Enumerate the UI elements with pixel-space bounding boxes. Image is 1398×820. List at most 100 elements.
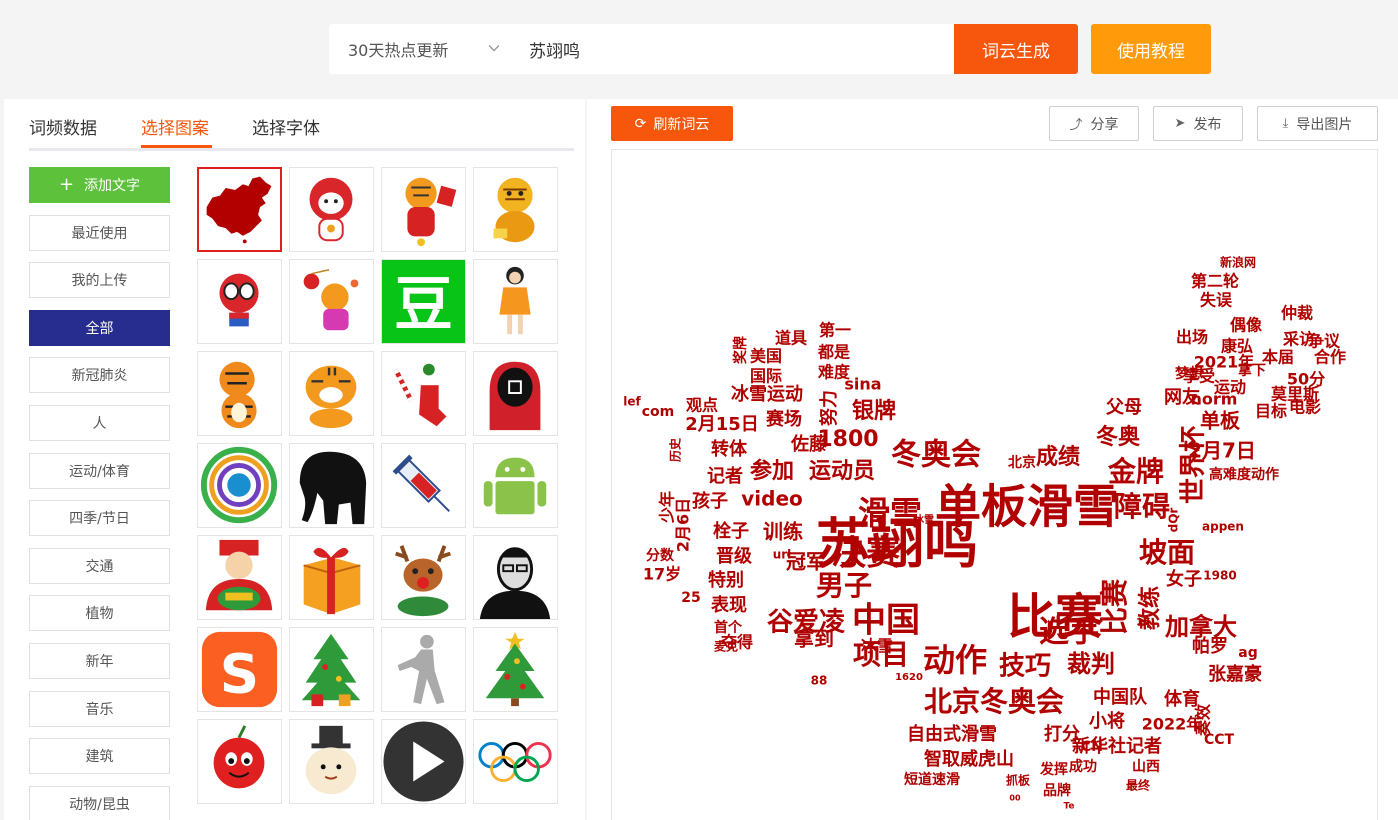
shape-tile-reindeer[interactable]	[381, 535, 466, 620]
wordcloud-word: 发挥	[1039, 761, 1068, 778]
shape-tile-spiderman[interactable]	[197, 259, 282, 344]
shape-tile-christmas-tree-star[interactable]	[473, 627, 558, 712]
wordcloud-word: 技巧	[999, 652, 1051, 682]
category-architecture[interactable]: 建筑	[29, 738, 170, 775]
shape-tile-douban[interactable]: 豆	[381, 259, 466, 344]
share-button[interactable]: ⤴ 分享	[1049, 106, 1139, 141]
wordcloud-word: appen	[1202, 520, 1244, 534]
shape-tile-elephant[interactable]	[289, 443, 374, 528]
publish-button[interactable]: ➤ 发布	[1153, 106, 1243, 141]
sogou-glyph: S	[220, 641, 259, 705]
wordcloud-word: 1980	[1203, 569, 1236, 583]
shape-tile-tiger-mascot[interactable]	[381, 167, 466, 252]
category-new-year[interactable]: 新年	[29, 642, 170, 679]
wordcloud-word: 第二轮	[1191, 272, 1239, 291]
share-icon: ⤴	[1069, 118, 1083, 133]
cute-tiger-icon	[305, 365, 357, 429]
generate-wordcloud-button[interactable]: 词云生成	[954, 24, 1078, 74]
export-image-button[interactable]: ⤓ 导出图片	[1257, 106, 1378, 141]
christmas-stocking-icon	[393, 363, 447, 427]
shape-tile-golden-tiger[interactable]	[473, 167, 558, 252]
shape-tile-gift-box[interactable]	[289, 535, 374, 620]
wordcloud-word: 国际	[750, 367, 782, 386]
category-animals-insects[interactable]: 动物/昆虫	[29, 785, 170, 820]
shape-tile-kungfu[interactable]	[381, 627, 466, 712]
wordcloud-word: 拿下	[1237, 362, 1266, 379]
category-recent[interactable]: 最近使用	[29, 214, 170, 251]
search-box: 30天热点更新	[329, 24, 954, 74]
keyword-input[interactable]	[529, 24, 949, 74]
wordcloud-word: 难度	[817, 363, 851, 382]
category-seasons-holidays[interactable]: 四季/节日	[29, 500, 170, 537]
wordcloud-word: 电影	[1289, 398, 1321, 417]
category-people[interactable]: 人	[29, 404, 170, 441]
wordcloud-word: 金牌	[1107, 455, 1164, 488]
shape-tile-play-button[interactable]	[381, 719, 466, 804]
wordcloud-word: norm	[1191, 390, 1238, 409]
vaccine-syringe-icon	[392, 454, 450, 512]
wordcloud-word: 拿到	[793, 627, 834, 651]
tab-select-font[interactable]: 选择字体	[252, 114, 320, 139]
shape-tile-portrait[interactable]	[473, 535, 558, 620]
shape-tile-emblem[interactable]	[197, 443, 282, 528]
tutorial-button[interactable]: 使用教程	[1091, 24, 1211, 74]
shape-tile-snowman-hat[interactable]	[289, 719, 374, 804]
shape-tile-olympic-rings[interactable]	[473, 719, 558, 804]
wordcloud-word: 成功	[1069, 758, 1097, 775]
add-text-label: 添加文字	[84, 178, 141, 194]
doll-icon	[499, 266, 531, 335]
category-list: + 添加文字 最近使用 我的上传 全部 新冠肺炎 人 运动/体育 四季/节日 交…	[29, 167, 171, 820]
category-sports[interactable]: 运动/体育	[29, 452, 170, 489]
category-my-uploads[interactable]: 我的上传	[29, 262, 170, 299]
apple-character-icon	[213, 725, 265, 789]
category-music[interactable]: 音乐	[29, 690, 170, 727]
tab-word-frequency[interactable]: 词频数据	[29, 114, 97, 139]
shape-tile-china-map[interactable]	[197, 167, 282, 252]
wordcloud-word: 帕罗	[1192, 635, 1228, 657]
category-transport[interactable]: 交通	[29, 547, 170, 584]
wordcloud-word: 动作	[923, 641, 987, 679]
play-button-icon	[383, 721, 464, 802]
left-panel: 词频数据 选择图案 选择字体 + 添加文字 最近使用 我的上传 全部 新冠肺炎 …	[4, 99, 585, 820]
category-covid[interactable]: 新冠肺炎	[29, 357, 170, 394]
shape-tile-android[interactable]	[473, 443, 558, 528]
shape-tile-cartoon-tiger[interactable]	[197, 351, 282, 436]
shape-tile-cute-tiger[interactable]	[289, 351, 374, 436]
wordcloud-word: 冬奥会	[891, 438, 981, 473]
wordcloud-word: CCT	[1204, 732, 1235, 748]
wordcloud-word: 女子	[1166, 568, 1202, 590]
kungfu-silhouette-icon	[397, 634, 445, 705]
tab-select-shape[interactable]: 选择图案	[141, 114, 209, 139]
shape-tile-apple-character[interactable]	[197, 719, 282, 804]
wordcloud-word: 2月6日	[674, 498, 693, 552]
refresh-wordcloud-button[interactable]: ⟳ 刷新词云	[611, 106, 733, 141]
shape-tile-christmas-tree[interactable]	[289, 627, 374, 712]
wordcloud-word: 北京冬奥会	[924, 685, 1064, 718]
shape-tile-squid-game-guard[interactable]	[473, 351, 558, 436]
wordcloud-word: 25	[681, 590, 700, 606]
shape-tile-vaccine[interactable]	[381, 443, 466, 528]
wordcloud-word: 88	[811, 674, 828, 688]
data-source-select[interactable]: 30天热点更新	[329, 24, 515, 74]
wordcloud-word: dQr	[1167, 508, 1181, 533]
category-plants[interactable]: 植物	[29, 595, 170, 632]
shape-tile-christmas-stocking[interactable]	[381, 351, 466, 436]
wordcloud-word: 表现	[711, 594, 747, 616]
wordcloud-word: 1620	[895, 672, 923, 683]
circular-emblem-icon	[200, 446, 278, 524]
cartoon-tiger-icon	[219, 361, 257, 429]
gift-box-icon	[303, 547, 361, 615]
category-all[interactable]: 全部	[29, 309, 170, 346]
shape-tile-mascot-lantern[interactable]	[289, 167, 374, 252]
shape-tile-sogou[interactable]: S	[197, 627, 282, 712]
shape-tile-fortune-god[interactable]	[197, 535, 282, 620]
wordcloud-word: 梦想	[1175, 365, 1203, 382]
add-text-button[interactable]: + 添加文字	[29, 167, 170, 203]
wordcloud-word: 都是	[817, 343, 850, 362]
shape-tile-doll[interactable]	[473, 259, 558, 344]
olympic-rings-icon	[478, 741, 552, 783]
shape-tile-tiger-lantern[interactable]	[289, 259, 374, 344]
wordcloud-word: 父母	[1106, 397, 1142, 418]
wordcloud-word: 失误	[1200, 291, 1233, 310]
wordcloud-word: 赛场	[765, 408, 802, 430]
